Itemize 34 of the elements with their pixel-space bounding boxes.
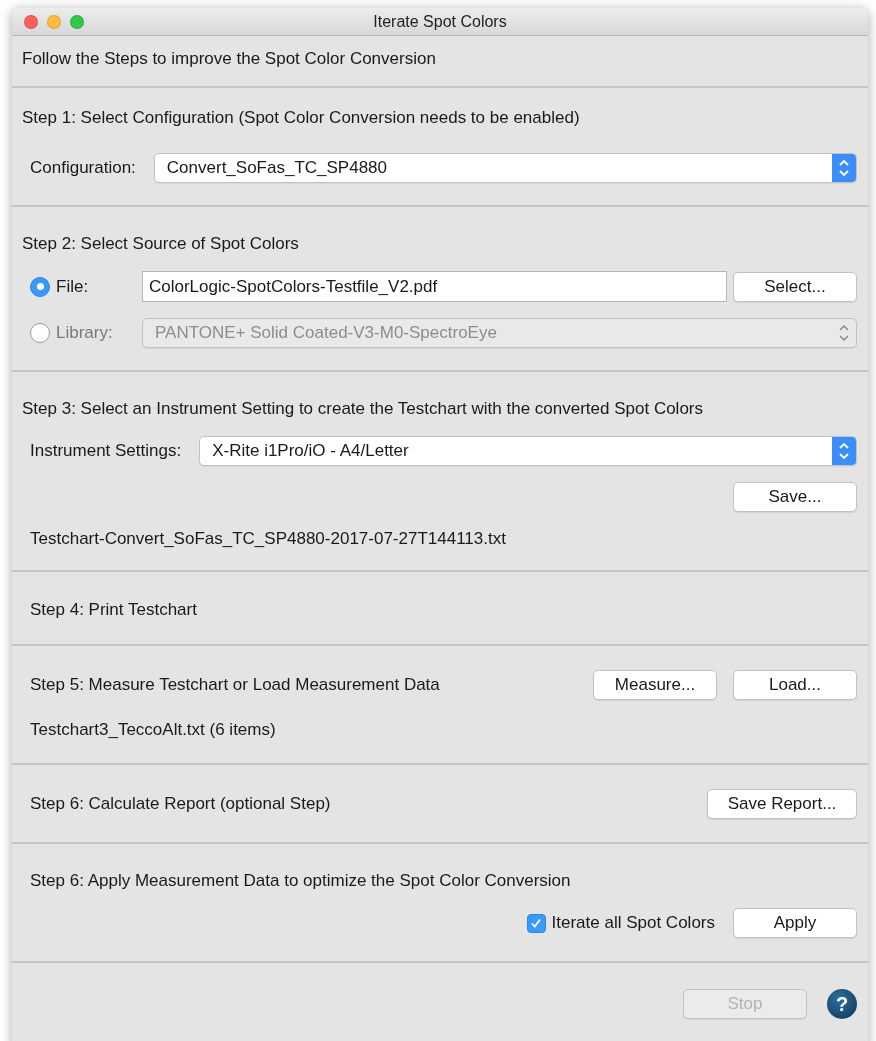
step-heading: Step 3: Select an Instrument Setting to create the Testchart with the converted Spot Colors (22, 398, 704, 420)
apply-button[interactable]: Apply (733, 908, 857, 938)
file-name: Testchart-Convert_SoFas_TC_SP4880-2017-07-27T144113.txt (29, 528, 507, 550)
file-name: Testchart3_TeccoAlt.txt (6 items) (29, 719, 277, 741)
file-field[interactable]: ColorLogic-SpotColors-Testfile_V2.pdf (142, 271, 727, 302)
stepper-icon (832, 437, 856, 465)
window-title: Iterate Spot Colors (373, 12, 507, 31)
save-button[interactable]: Save... (733, 482, 857, 512)
action-button[interactable]: Measure... (593, 670, 717, 700)
dropdown[interactable]: X-Rite i1Pro/iO - A4/Letter (199, 436, 857, 466)
step-heading: Step 4: Print Testchart (29, 599, 198, 621)
close-icon[interactable] (24, 14, 38, 29)
field-label: Instrument Settings: (30, 441, 182, 461)
select-button[interactable]: Select... (733, 271, 857, 302)
radio-label: File: (56, 276, 90, 297)
step-heading: Step 6: Apply Measurement Data to optimize the Spot Color Conversion (29, 870, 572, 892)
minimize-icon[interactable] (47, 14, 61, 29)
step-heading: Step 1: Select Configuration (Spot Color Conversion needs to be enabled) (22, 107, 581, 129)
checkmark-icon (530, 917, 543, 929)
action-button[interactable]: Load... (733, 670, 857, 700)
step-heading: Step 5: Measure Testchart or Load Measurement Data (30, 675, 440, 695)
help-button[interactable]: ? (827, 989, 857, 1019)
step-heading: Step 6: Calculate Report (optional Step) (30, 794, 331, 814)
field-label: Configuration: (30, 158, 136, 178)
checkbox[interactable] (526, 913, 546, 933)
dropdown[interactable]: Convert_SoFas_TC_SP4880 (153, 153, 857, 183)
checkbox-label: Iterate all Spot Colors (551, 913, 715, 933)
step-heading: Step 2: Select Source of Spot Colors (22, 233, 300, 255)
zoom-icon[interactable] (70, 14, 84, 29)
save-report-button[interactable]: Save Report... (707, 789, 857, 819)
radio-label: Library: (56, 323, 114, 343)
intro-text: Follow the Steps to improve the Spot Color Conversion (22, 48, 437, 70)
radio-button[interactable] (30, 276, 50, 297)
stepper-icon (832, 154, 856, 182)
